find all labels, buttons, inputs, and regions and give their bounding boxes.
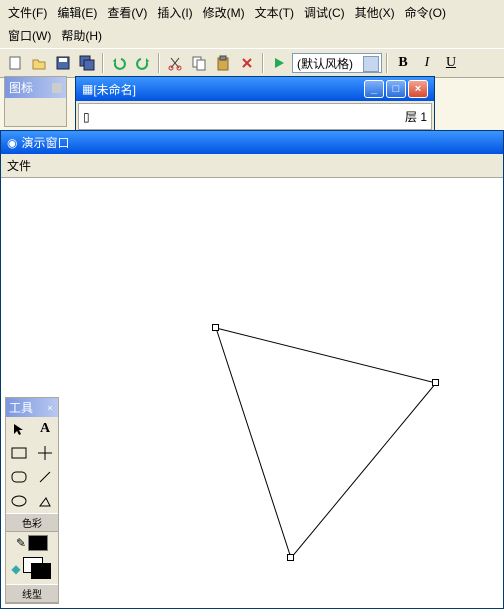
tool-palette-title[interactable]: 工具 × (6, 398, 58, 417)
bucket-icon: ◆ (11, 562, 20, 576)
italic-button[interactable]: I (416, 52, 438, 74)
tool-text[interactable]: A (32, 417, 58, 441)
document-body: ▯ 层 1 (78, 103, 432, 130)
run-button[interactable] (268, 52, 290, 74)
color-section-label: 色彩 (6, 513, 58, 532)
demo-titlebar[interactable]: ◉ 演示窗口 (1, 131, 503, 154)
line-section-label: 线型 (6, 584, 58, 603)
menu-file[interactable]: 文件(F) (4, 2, 51, 23)
document-icon: ▦ (82, 82, 93, 96)
triangle-poly[interactable] (216, 328, 436, 558)
menu-insert[interactable]: 插入(I) (153, 2, 196, 23)
triangle-handle-1[interactable] (432, 379, 439, 386)
maximize-button[interactable]: □ (386, 80, 406, 98)
demo-menubar: 文件 (1, 154, 503, 178)
menu-command[interactable]: 命令(O) (401, 2, 450, 23)
pencil-icon: ✎ (16, 536, 26, 550)
triangle-shape[interactable] (1, 178, 504, 598)
menu-debug[interactable]: 调试(C) (300, 2, 349, 23)
menu-other[interactable]: 其他(X) (351, 2, 399, 23)
menu-help[interactable]: 帮助(H) (57, 25, 106, 46)
style-combo[interactable]: (默认风格) (292, 53, 382, 73)
tool-line[interactable] (32, 465, 58, 489)
menu-text[interactable]: 文本(T) (251, 2, 298, 23)
layer-label: 层 1 (405, 108, 427, 125)
canvas[interactable] (1, 178, 503, 598)
underline-button[interactable]: U (440, 52, 462, 74)
icons-panel-title[interactable]: 图标 (5, 77, 66, 98)
tool-rounded[interactable] (6, 465, 32, 489)
toolbar-sep4 (386, 53, 388, 73)
tool-oval[interactable] (6, 489, 32, 513)
tool-palette-label: 工具 (9, 399, 33, 416)
redo-button[interactable] (132, 52, 154, 74)
style-combo-label: (默认风格) (297, 57, 353, 71)
main-toolbar: (默认风格) B I U (0, 48, 504, 78)
demo-title-text: 演示窗口 (21, 134, 69, 151)
new-button[interactable] (4, 52, 26, 74)
demo-menu-file[interactable]: 文件 (7, 159, 31, 173)
main-menubar: 文件(F) 编辑(E) 查看(V) 插入(I) 修改(M) 文本(T) 调试(C… (0, 0, 504, 48)
toolbar-sep (102, 53, 104, 73)
bold-button[interactable]: B (392, 52, 414, 74)
stroke-swatch[interactable] (28, 535, 48, 551)
tool-arrow[interactable] (6, 417, 32, 441)
tool-crosshair[interactable] (32, 441, 58, 465)
tool-palette[interactable]: 工具 × A 色彩 ✎ ◆ 线型 (5, 397, 59, 604)
fill-color-row[interactable]: ◆ (6, 554, 58, 584)
tool-rect[interactable] (6, 441, 32, 465)
document-window: ▦ [未命名] _ □ × ▯ 层 1 (75, 76, 435, 133)
save-button[interactable] (52, 52, 74, 74)
undo-button[interactable] (108, 52, 130, 74)
demo-window: ◉ 演示窗口 文件 工具 × A 色彩 ✎ ◆ (0, 130, 504, 609)
layer-icon: ▯ (83, 110, 90, 124)
palette-close-icon[interactable]: × (45, 403, 55, 413)
fill-swatch[interactable] (23, 557, 53, 581)
toolbar-sep3 (262, 53, 264, 73)
document-title-text: [未命名] (93, 81, 136, 98)
close-button[interactable]: × (408, 80, 428, 98)
tool-eraser[interactable] (32, 489, 58, 513)
minimize-button[interactable]: _ (364, 80, 384, 98)
cut-button[interactable] (164, 52, 186, 74)
demo-icon: ◉ (7, 136, 17, 150)
panel-close-icon[interactable] (52, 83, 62, 93)
open-button[interactable] (28, 52, 50, 74)
menu-window[interactable]: 窗口(W) (4, 25, 55, 46)
menu-modify[interactable]: 修改(M) (199, 2, 249, 23)
document-titlebar[interactable]: ▦ [未命名] _ □ × (76, 77, 434, 101)
stroke-color-row[interactable]: ✎ (6, 532, 58, 554)
toolbar-sep2 (158, 53, 160, 73)
saveall-button[interactable] (76, 52, 98, 74)
icons-panel: 图标 (4, 76, 67, 127)
menu-edit[interactable]: 编辑(E) (53, 2, 101, 23)
paste-button[interactable] (212, 52, 234, 74)
copy-button[interactable] (188, 52, 210, 74)
delete-button[interactable] (236, 52, 258, 74)
triangle-handle-0[interactable] (212, 324, 219, 331)
menu-view[interactable]: 查看(V) (103, 2, 151, 23)
triangle-handle-2[interactable] (287, 554, 294, 561)
icons-panel-label: 图标 (9, 79, 33, 96)
